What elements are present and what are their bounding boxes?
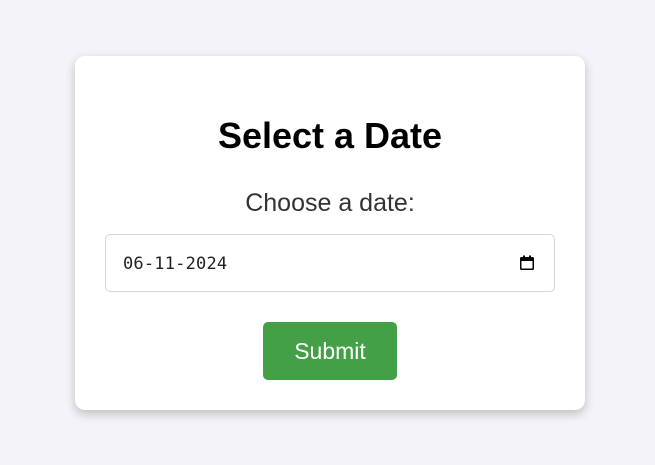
date-label: Choose a date: bbox=[245, 189, 415, 217]
page-title: Select a Date bbox=[217, 115, 443, 156]
submit-button[interactable]: Submit bbox=[263, 322, 397, 380]
date-form-card: Select a Date Choose a date: 06-11-2024 … bbox=[75, 56, 585, 410]
calendar-icon[interactable] bbox=[518, 254, 536, 272]
date-input-value[interactable]: 06-11-2024 bbox=[123, 253, 227, 275]
date-input[interactable]: 06-11-2024 bbox=[105, 234, 555, 292]
